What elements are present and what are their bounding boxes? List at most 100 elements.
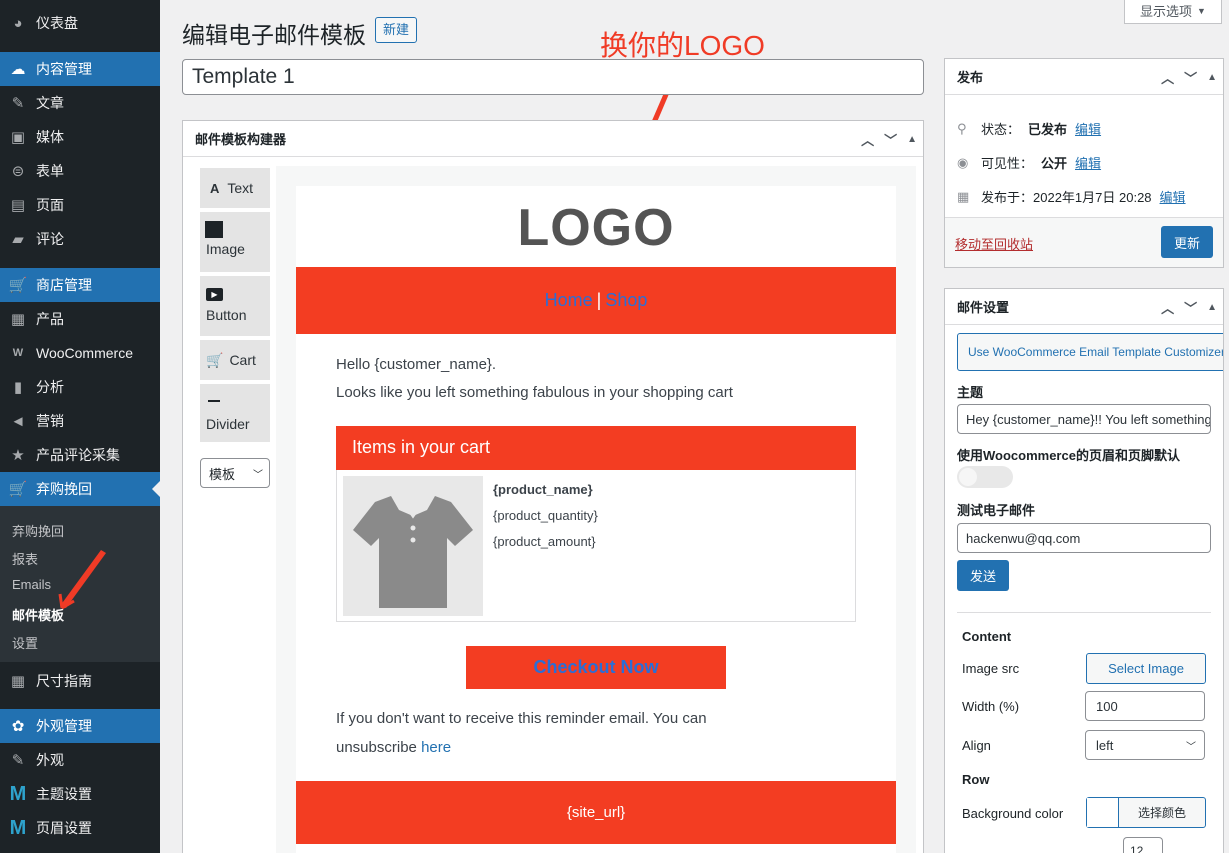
cart-title-bar: Items in your cart: [336, 426, 856, 470]
eye-icon: ◉: [957, 154, 969, 170]
page-title: 编辑电子邮件模板: [182, 22, 366, 48]
toggle-arrow-icon[interactable]: ▲: [907, 134, 917, 145]
greeting-text: Hello {customer_name}.: [336, 356, 497, 373]
box-controls: ︿ ﹀ ▲: [1161, 59, 1217, 95]
builder-header: 邮件模板构建器 ︿ ﹀ ▲: [183, 121, 923, 157]
tool-label: Image: [206, 241, 245, 257]
date-label: 发布于：: [981, 190, 1034, 205]
visibility-row: ◉ 可见性： 公开 编辑: [957, 153, 1101, 172]
product-image: [343, 476, 483, 616]
publish-header: 发布 ︿ ﹀ ▲: [945, 59, 1223, 95]
row-heading: Row: [962, 772, 990, 787]
date-text: 发布于：2022年1月7日 20:28: [981, 187, 1152, 206]
woo-header-toggle[interactable]: [957, 466, 1013, 488]
status-label: 状态：: [981, 122, 1021, 137]
visibility-value: 公开: [1041, 156, 1068, 171]
template-select-value: 模板: [209, 466, 236, 482]
product-quantity: {product_quantity}: [493, 508, 598, 523]
shirt-icon: [353, 495, 473, 608]
trash-link[interactable]: 移动至回收站: [955, 234, 1033, 253]
content-heading: Content: [962, 629, 1012, 644]
chevron-down-icon: ﹀: [1186, 741, 1196, 753]
update-button[interactable]: 更新: [1161, 226, 1213, 258]
align-select[interactable]: left ﹀: [1085, 730, 1205, 760]
unsubscribe-link[interactable]: here: [421, 739, 451, 756]
unsubscribe-line: unsubscribe here: [336, 739, 451, 756]
toggle-arrow-icon[interactable]: ▲: [1207, 72, 1217, 83]
nav-home-link[interactable]: Home: [545, 290, 593, 311]
toggle-knob: [959, 468, 977, 486]
nav-shop-link[interactable]: Shop: [605, 290, 647, 311]
logo-image[interactable]: LOGO: [296, 198, 896, 258]
caret-down-icon: ▼: [1197, 5, 1206, 16]
add-new-button[interactable]: 新建: [375, 17, 418, 43]
screen-options-label: 显示选项: [1140, 4, 1193, 19]
settings-header: 邮件设置 ︿ ﹀ ▲: [945, 289, 1223, 325]
tool-button[interactable]: ▶ Button: [200, 276, 270, 336]
product-name: {product_name}: [493, 482, 593, 497]
edit-visibility-link[interactable]: 编辑: [1075, 153, 1101, 172]
chevron-down-icon[interactable]: ﹀: [1184, 298, 1197, 317]
button-icon: ▶: [206, 288, 223, 301]
send-button[interactable]: 发送: [957, 560, 1009, 591]
product-amount: {product_amount}: [493, 534, 596, 549]
width-input[interactable]: 100: [1085, 691, 1205, 721]
screen-options-button[interactable]: 显示选项 ▼: [1124, 0, 1222, 24]
width-label: Width (%): [962, 699, 1020, 714]
customizer-button[interactable]: Use WooCommerce Email Template Customize…: [957, 333, 1223, 371]
chevron-up-icon[interactable]: ︿: [1161, 298, 1174, 317]
color-swatch: [1087, 798, 1119, 827]
edit-date-link[interactable]: 编辑: [1160, 187, 1186, 206]
unsubscribe-text: If you don't want to receive this remind…: [336, 710, 707, 727]
cart-icon: 🛒: [206, 351, 224, 368]
tool-label: Divider: [206, 416, 250, 432]
subject-label: 主题: [957, 385, 984, 400]
publish-actions: 移动至回收站 更新: [945, 217, 1223, 267]
cart-reminder-text: Looks like you left something fabulous i…: [336, 384, 733, 401]
nav-separator: |: [596, 290, 602, 310]
chevron-down-icon[interactable]: ﹀: [1184, 68, 1197, 87]
tool-image[interactable]: Image: [200, 212, 270, 272]
logo-annotation: 换你的LOGO: [600, 30, 765, 61]
publish-title: 发布: [957, 70, 984, 85]
settings-title: 邮件设置: [957, 300, 1010, 315]
subject-input[interactable]: Hey {customer_name}!! You left something: [957, 404, 1211, 434]
chevron-up-icon[interactable]: ︿: [1161, 68, 1174, 87]
box-controls: ︿ ﹀ ▲: [1161, 289, 1217, 325]
cart-items-box: {product_name} {product_quantity} {produ…: [336, 470, 856, 622]
tool-divider[interactable]: Divider: [200, 384, 270, 442]
tool-cart[interactable]: 🛒 Cart: [200, 340, 270, 380]
image-src-label: Image src: [962, 661, 1020, 676]
align-label: Align: [962, 738, 991, 753]
box-controls: ︿ ﹀ ▲: [861, 121, 917, 157]
row-padding-input[interactable]: 12: [1123, 837, 1163, 853]
date-value: 2022年1月7日 20:28: [1033, 190, 1152, 205]
image-icon: [205, 221, 223, 238]
date-row: ▦ 发布于：2022年1月7日 20:28 编辑: [957, 187, 1186, 206]
status-value: 已发布: [1028, 122, 1068, 137]
email-footer: {site_url}: [296, 781, 896, 844]
email-nav-bar: Home | Shop: [296, 267, 896, 334]
template-select[interactable]: 模板 ﹀: [200, 458, 270, 488]
tool-text[interactable]: A Text: [200, 168, 270, 208]
toggle-arrow-icon[interactable]: ▲: [1207, 302, 1217, 313]
pin-icon: ⚲: [957, 120, 967, 136]
status-row: ⚲ 状态： 已发布 编辑: [957, 119, 1101, 138]
select-image-button[interactable]: Select Image: [1086, 653, 1206, 684]
chevron-up-icon[interactable]: ︿: [861, 130, 874, 149]
test-email-input[interactable]: hackenwu@qq.com: [957, 523, 1211, 553]
text-icon: A: [210, 180, 220, 196]
tool-label: Text: [227, 180, 254, 196]
woo-header-label: 使用Woocommerce的页眉和页脚默认: [957, 448, 1180, 463]
checkout-button[interactable]: Checkout Now: [466, 646, 726, 689]
chevron-down-icon: ﹀: [253, 469, 264, 481]
visibility-label: 可见性：: [981, 156, 1034, 171]
background-color-label: Background color: [962, 806, 1064, 821]
edit-status-link[interactable]: 编辑: [1075, 119, 1101, 138]
publish-box: 发布 ︿ ﹀ ▲ ⚲ 状态： 已发布 编辑 ◉ 可见性： 公开 编辑 ▦ 发布于：2022年1月7…: [944, 58, 1224, 268]
template-title-input[interactable]: Template 1: [182, 59, 924, 95]
chevron-down-icon[interactable]: ﹀: [884, 130, 897, 149]
unsubscribe-word: unsubscribe: [336, 739, 417, 756]
color-picker-button[interactable]: 选择颜色: [1086, 797, 1206, 828]
divider: [957, 612, 1211, 613]
